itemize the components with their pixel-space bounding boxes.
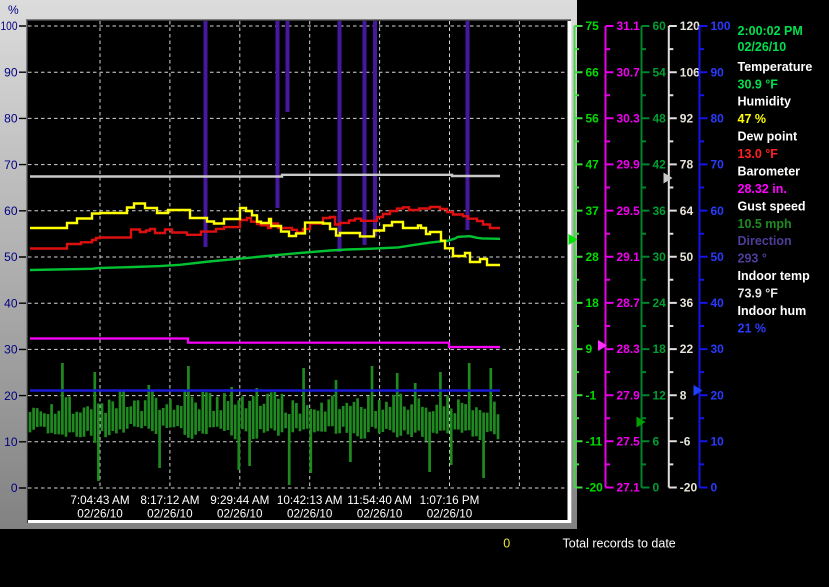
svg-text:13.0 °F: 13.0 °F <box>738 147 779 161</box>
svg-text:10.5 mph: 10.5 mph <box>738 217 792 231</box>
svg-text:40: 40 <box>711 296 725 310</box>
svg-text:Indoor hum: Indoor hum <box>738 304 807 318</box>
svg-text:02/26/10: 02/26/10 <box>738 40 787 54</box>
svg-text:18: 18 <box>653 342 667 356</box>
svg-text:28.32 in.: 28.32 in. <box>738 182 787 196</box>
svg-text:-1: -1 <box>586 388 597 402</box>
svg-text:50: 50 <box>711 250 725 264</box>
svg-text:6: 6 <box>653 435 660 449</box>
svg-text:Humidity: Humidity <box>738 95 792 109</box>
svg-text:Temperature: Temperature <box>738 60 813 74</box>
svg-text:10: 10 <box>711 435 725 449</box>
svg-text:Indoor temp: Indoor temp <box>738 269 811 283</box>
svg-text:80: 80 <box>711 112 725 126</box>
svg-text:100: 100 <box>711 19 731 33</box>
svg-text:%: % <box>8 3 19 17</box>
svg-text:30.7: 30.7 <box>617 65 641 79</box>
svg-text:78: 78 <box>680 158 694 172</box>
svg-text:-11: -11 <box>586 435 603 449</box>
svg-text:42: 42 <box>653 158 667 172</box>
svg-text:37: 37 <box>586 204 600 218</box>
svg-text:7:04:43 AM: 7:04:43 AM <box>70 494 129 507</box>
svg-text:0: 0 <box>11 481 18 495</box>
svg-text:8:17:12 AM: 8:17:12 AM <box>140 494 199 507</box>
svg-text:293 °: 293 ° <box>738 252 767 266</box>
svg-text:02/26/10: 02/26/10 <box>217 508 263 521</box>
svg-text:30.9 °F: 30.9 °F <box>738 77 779 91</box>
svg-text:1:07:16 PM: 1:07:16 PM <box>420 494 480 507</box>
svg-text:75: 75 <box>586 19 600 33</box>
svg-text:50: 50 <box>4 250 18 264</box>
svg-text:29.5: 29.5 <box>617 204 641 218</box>
svg-text:30: 30 <box>4 343 18 357</box>
svg-text:24: 24 <box>653 296 667 310</box>
svg-text:31.1: 31.1 <box>617 19 641 33</box>
svg-text:54: 54 <box>653 65 667 79</box>
svg-text:02/26/10: 02/26/10 <box>77 508 123 521</box>
svg-text:10: 10 <box>4 435 18 449</box>
svg-text:18: 18 <box>586 296 600 310</box>
svg-text:36: 36 <box>653 204 667 218</box>
svg-text:Dew point: Dew point <box>738 130 799 144</box>
svg-text:70: 70 <box>4 158 18 172</box>
svg-text:27.5: 27.5 <box>617 435 641 449</box>
svg-text:48: 48 <box>653 112 667 126</box>
svg-text:Barometer: Barometer <box>738 165 801 179</box>
svg-text:0: 0 <box>653 481 660 495</box>
svg-text:73.9 °F: 73.9 °F <box>738 287 779 301</box>
svg-text:9: 9 <box>586 342 593 356</box>
svg-text:20: 20 <box>4 389 18 403</box>
svg-text:12: 12 <box>653 388 667 402</box>
svg-text:66: 66 <box>586 65 600 79</box>
svg-text:21 %: 21 % <box>738 321 767 335</box>
svg-text:106: 106 <box>680 65 700 79</box>
svg-text:64: 64 <box>680 204 694 218</box>
svg-text:28.7: 28.7 <box>617 296 641 310</box>
svg-text:02/26/10: 02/26/10 <box>427 508 473 521</box>
svg-text:36: 36 <box>680 296 694 310</box>
svg-text:Direction: Direction <box>738 234 792 248</box>
svg-text:10:42:13 AM: 10:42:13 AM <box>277 494 343 507</box>
svg-text:47 %: 47 % <box>738 112 767 126</box>
svg-text:70: 70 <box>711 158 725 172</box>
svg-text:40: 40 <box>4 296 18 310</box>
svg-text:60: 60 <box>653 19 667 33</box>
svg-text:28.3: 28.3 <box>617 342 641 356</box>
svg-text:120: 120 <box>680 19 700 33</box>
svg-text:02/26/10: 02/26/10 <box>357 508 403 521</box>
svg-text:27.9: 27.9 <box>617 388 641 402</box>
svg-text:02/26/10: 02/26/10 <box>287 508 333 521</box>
svg-text:56: 56 <box>586 112 600 126</box>
svg-text:29.9: 29.9 <box>617 158 641 172</box>
svg-text:92: 92 <box>680 112 694 126</box>
svg-text:100: 100 <box>1 19 18 33</box>
svg-text:30: 30 <box>653 250 667 264</box>
svg-text:30: 30 <box>711 342 725 356</box>
svg-text:20: 20 <box>711 388 725 402</box>
svg-text:29.1: 29.1 <box>617 250 641 264</box>
svg-text:-6: -6 <box>680 435 691 449</box>
svg-text:-20: -20 <box>586 481 604 495</box>
svg-text:80: 80 <box>4 112 18 126</box>
svg-text:22: 22 <box>680 342 694 356</box>
svg-text:28: 28 <box>586 250 600 264</box>
svg-text:Total records to date: Total records to date <box>563 537 676 551</box>
svg-text:30.3: 30.3 <box>617 112 641 126</box>
svg-text:02/26/10: 02/26/10 <box>147 508 193 521</box>
svg-text:0: 0 <box>503 537 510 551</box>
svg-text:Gust speed: Gust speed <box>738 199 806 213</box>
svg-text:90: 90 <box>711 65 725 79</box>
svg-text:47: 47 <box>586 158 600 172</box>
svg-text:2:00:02 PM: 2:00:02 PM <box>738 24 803 38</box>
svg-text:27.1: 27.1 <box>617 481 641 495</box>
svg-text:9:29:44 AM: 9:29:44 AM <box>210 494 269 507</box>
svg-text:50: 50 <box>680 250 694 264</box>
svg-text:90: 90 <box>4 65 18 79</box>
svg-text:0: 0 <box>711 481 718 495</box>
svg-text:60: 60 <box>4 204 18 218</box>
svg-text:11:54:40 AM: 11:54:40 AM <box>347 494 412 507</box>
svg-text:60: 60 <box>711 204 725 218</box>
svg-text:8: 8 <box>680 388 687 402</box>
svg-text:-20: -20 <box>680 481 698 495</box>
